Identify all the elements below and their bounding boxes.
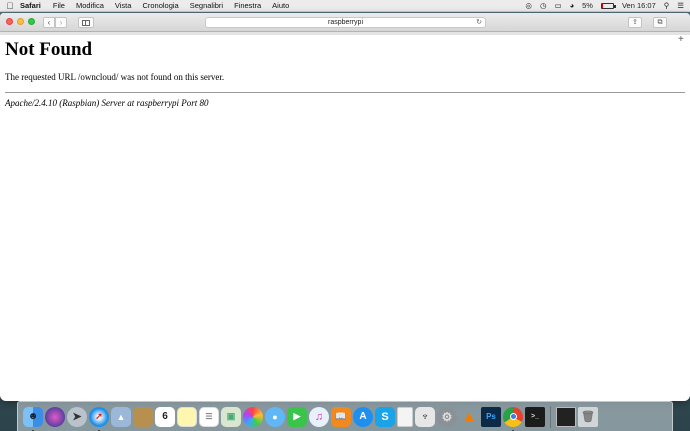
page-title: Not Found [5,39,93,60]
menu-bar:  Safari File Modifica Vista Cronologia … [0,0,690,12]
new-tab-icon[interactable]: + [678,34,684,45]
skype-icon[interactable]: S [375,406,395,427]
close-window-button[interactable] [6,18,13,25]
microphone-icon[interactable]: ♆ [415,406,435,427]
page-content: Not Found The requested URL /owncloud/ w… [0,35,690,113]
reload-icon[interactable]: ↻ [476,18,482,27]
zoom-window-button[interactable] [28,18,35,25]
menu-app-safari[interactable]: Safari [20,0,41,12]
share-icon: ⇪ [632,19,638,26]
sidebar-icon [82,19,90,26]
document-icon[interactable] [556,406,576,427]
menu-finestra[interactable]: Finestra [234,0,261,12]
menu-cronologia[interactable]: Cronologia [142,0,178,12]
error-message: The requested URL /owncloud/ was not fou… [5,72,225,82]
photo-icon[interactable]: ▲ [111,406,131,427]
safari-icon[interactable]: ➚ [89,406,109,431]
address-text: raspberrypi [327,19,363,26]
notes-icon[interactable] [133,406,153,427]
spotlight-icon[interactable]: ⚲ [664,0,670,12]
itunes-icon[interactable]: ♫ [309,406,329,427]
siri-icon[interactable] [45,406,65,427]
creative-cloud-icon[interactable]: ◎ [525,0,532,12]
ibooks-icon[interactable]: 📖 [331,406,351,427]
menu-modifica[interactable]: Modifica [76,0,104,12]
menu-file[interactable]: File [53,0,65,12]
dock-separator [550,405,551,428]
app-store-icon[interactable]: A [353,406,373,427]
status-area: ◎ ◷ ▭ ◕ 5% Ven 16:07 ⚲ ☰ [525,0,684,12]
back-button[interactable]: ‹ [43,17,55,28]
preview-icon[interactable]: ▣ [221,406,241,427]
menu-segnalibri[interactable]: Segnalibri [190,0,223,12]
apple-menu-icon[interactable]:  [0,0,20,12]
divider [5,92,685,93]
trash-icon[interactable]: 🗑 [578,406,598,427]
back-icon: ‹ [47,17,51,27]
minimize-window-button[interactable] [17,18,24,25]
safari-window: ‹ › raspberrypi ↻ ⇪ ⧉ + Not Found The re… [0,13,690,401]
calendar-icon[interactable]: 6 [155,406,175,427]
time-machine-icon[interactable]: ◷ [540,0,547,12]
share-button[interactable]: ⇪ [628,17,642,28]
calendar-day: 6 [162,411,168,422]
messages-icon[interactable]: ● [265,406,285,427]
show-tabs-button[interactable]: ⧉ [653,17,667,28]
address-bar[interactable]: raspberrypi ↻ [205,17,486,28]
launchpad-icon[interactable]: ➤ [67,406,87,427]
notification-center-icon[interactable]: ☰ [677,0,684,12]
photoshop-icon[interactable]: Ps [481,406,501,427]
chrome-icon[interactable] [503,406,523,431]
server-signature: Apache/2.4.10 (Raspbian) Server at raspb… [5,98,209,108]
airplay-icon[interactable]: ▭ [555,0,562,12]
forward-button[interactable]: › [55,17,67,28]
vlc-icon[interactable]: ▲ [459,407,479,427]
facetime-icon[interactable]: ▶ [287,406,307,427]
wifi-icon[interactable]: ◕ [570,0,575,12]
photos-icon[interactable] [243,406,263,427]
menu-vista[interactable]: Vista [115,0,132,12]
window-controls [6,18,35,25]
terminal-icon[interactable]: >_ [525,406,545,427]
forward-icon: › [59,17,63,27]
sidebar-toggle-button[interactable] [78,17,94,28]
reminders-icon[interactable]: ☰ [199,406,219,427]
system-preferences-icon[interactable]: ⚙ [437,406,457,427]
battery-percent: 5% [582,1,593,10]
tabs-icon: ⧉ [657,19,663,26]
textedit-icon[interactable] [397,406,413,427]
battery-icon[interactable] [600,3,616,9]
dock: ☻ ➤ ➚ ▲ 6 ☰ ▣ ● ▶ ♫ 📖 A S ♆ ⚙ ▲ Ps >_ 🗑 [17,401,673,431]
menu-aiuto[interactable]: Aiuto [272,0,289,12]
stickies-icon[interactable] [177,406,197,427]
finder-icon[interactable]: ☻ [23,406,43,431]
clock[interactable]: Ven 16:07 [622,0,656,12]
browser-toolbar: ‹ › raspberrypi ↻ ⇪ ⧉ [0,13,690,32]
